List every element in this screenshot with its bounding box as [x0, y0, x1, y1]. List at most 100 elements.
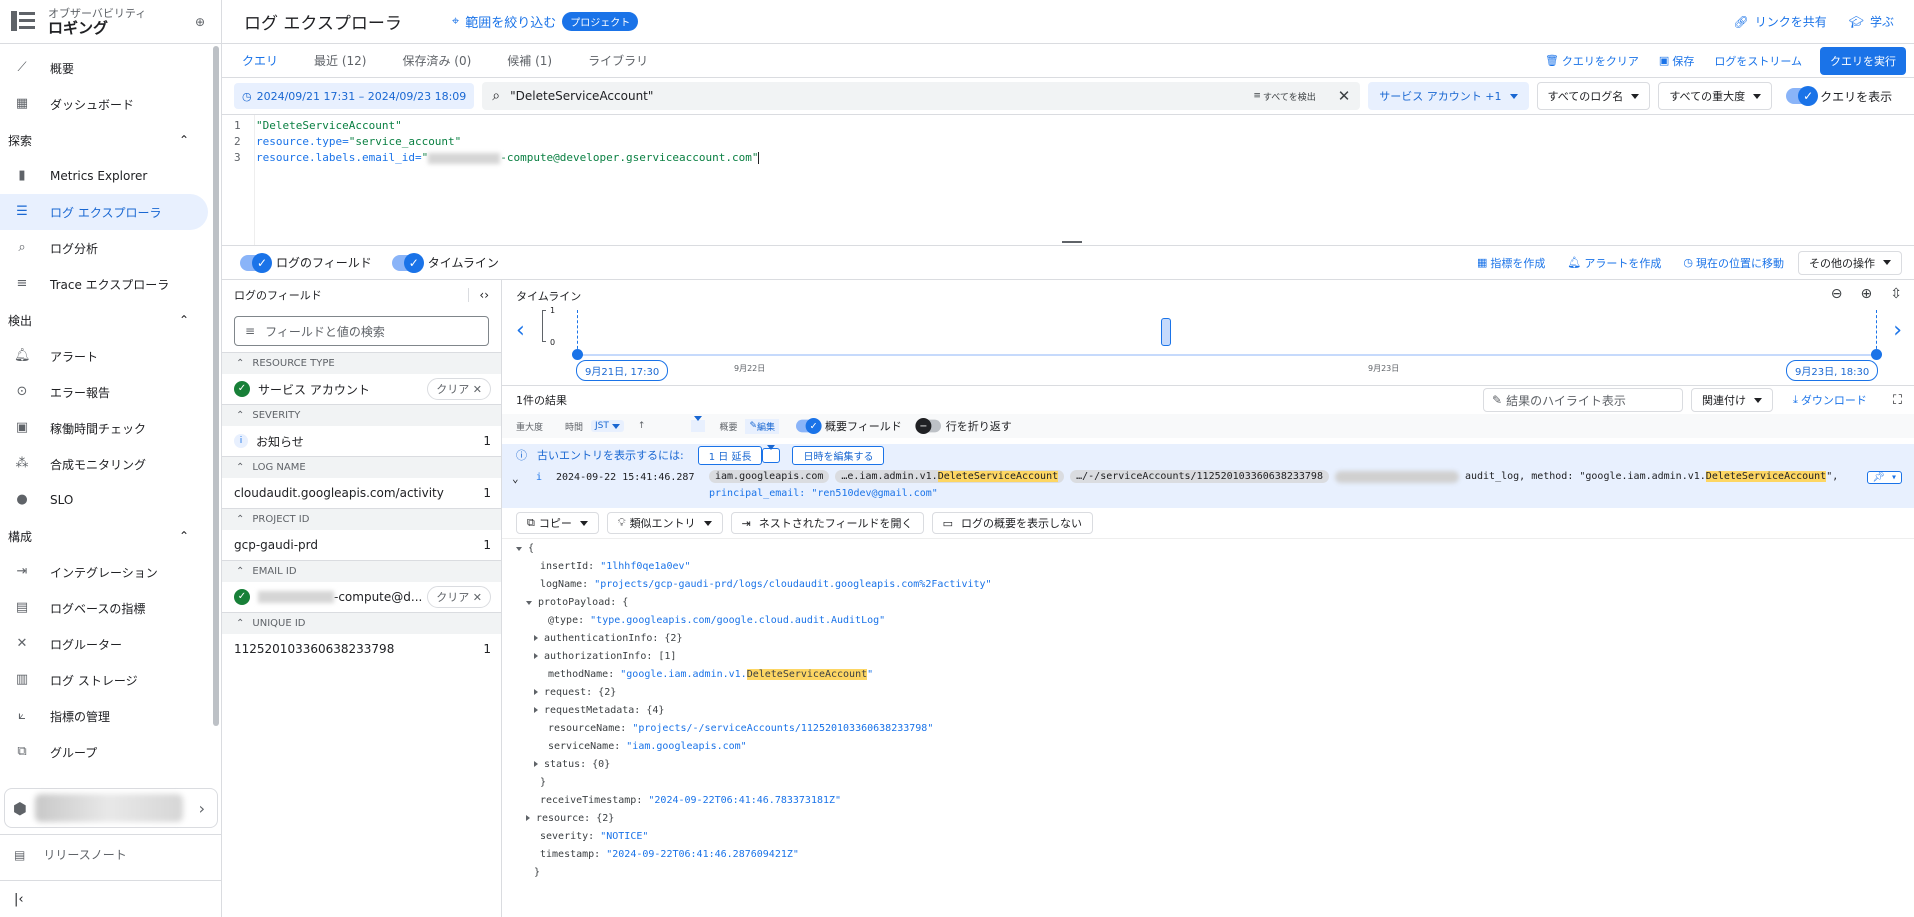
jump-to-now-button[interactable]: ◷ 現在の位置に移動: [1683, 255, 1784, 271]
sidebar-item-log-analytics[interactable]: ⌕ ログ分析: [0, 230, 221, 266]
sidebar-item-overview[interactable]: ⟋ 概要: [0, 50, 221, 86]
sidebar-scrollbar[interactable]: [213, 46, 219, 726]
fullscreen-icon[interactable]: ⛶: [1893, 393, 1902, 408]
field-section-email-id[interactable]: ⌃ EMAIL ID: [222, 560, 501, 582]
sidebar-item-synthetic-monitoring[interactable]: ⁂ 合成モニタリング: [0, 446, 221, 482]
resource-dropdown[interactable]: サービス アカウント +1: [1368, 82, 1529, 110]
sidebar-item-trace-explorer[interactable]: ≡ Trace エクスプローラ: [0, 266, 221, 302]
editor-resize-handle[interactable]: [1062, 241, 1082, 243]
expand-collapse-icon[interactable]: ‹›: [468, 288, 489, 302]
field-value-row[interactable]: i お知らせ 1: [222, 426, 501, 456]
tab-query[interactable]: クエリ: [242, 52, 278, 69]
collapse-sidebar-button[interactable]: |‹: [0, 880, 221, 917]
show-query-toggle[interactable]: ✓ クエリを表示: [1786, 86, 1892, 106]
extend-1-day-button[interactable]: 1 日 延長: [697, 445, 763, 465]
sidebar-item-uptime-checks[interactable]: ▣ 稼働時間チェック: [0, 410, 221, 446]
timezone-dropdown[interactable]: JST: [591, 420, 624, 432]
create-metric-button[interactable]: ▦ 指標を作成: [1477, 255, 1545, 271]
stream-logs-button[interactable]: ログをストリーム: [1714, 53, 1802, 69]
field-value-row[interactable]: ✓ サービス アカウント クリア ✕: [222, 374, 501, 404]
run-query-button[interactable]: クエリを実行: [1820, 46, 1906, 75]
field-value-row[interactable]: ✓ -compute@d... クリア ✕: [222, 582, 501, 612]
log-name-dropdown[interactable]: すべてのログ名: [1536, 82, 1651, 110]
tree-node-authz[interactable]: authorizationInfo: [1]: [534, 651, 676, 662]
field-value-row[interactable]: cloudaudit.googleapis.com/activity 1: [222, 478, 501, 508]
query-editor[interactable]: 1 2 3 "DeleteServiceAccount" resource.ty…: [222, 114, 1914, 246]
section-explore[interactable]: 探索 ⌃: [0, 122, 221, 158]
copy-button[interactable]: ⧉ コピー: [516, 512, 599, 534]
similar-entries-button[interactable]: 💡︎ 類似エントリ: [606, 512, 723, 534]
search-input[interactable]: ⌕ "DeleteServiceAccount" ≡ すべてを検出 ✕: [482, 82, 1361, 110]
tab-recent[interactable]: 最近 (12): [314, 52, 366, 69]
chevron-right-icon[interactable]: ›: [1893, 318, 1902, 343]
chevron-down-icon[interactable]: ⌄: [512, 472, 519, 485]
menu-icon[interactable]: [10, 10, 38, 34]
release-notes-link[interactable]: ▤ リリースノート: [0, 834, 221, 874]
edit-time-button[interactable]: 日時を編集する: [792, 445, 885, 465]
highlight-input[interactable]: ✎ 結果のハイライト表示: [1483, 388, 1684, 412]
sidebar-item-alerts[interactable]: 🔔︎ アラート: [0, 338, 221, 374]
field-section-project-id[interactable]: ⌃ PROJECT ID: [222, 508, 501, 530]
field-section-severity[interactable]: ⌃ SEVERITY: [222, 404, 501, 426]
tab-saved[interactable]: 保存済み (0): [402, 52, 471, 69]
extend-options-chevron-icon[interactable]: [762, 444, 781, 463]
related-dropdown[interactable]: 関連付け: [1691, 388, 1774, 412]
wrap-lines-toggle[interactable]: − 行を折り返す: [914, 418, 1012, 434]
pin-icon[interactable]: ⊕: [195, 15, 205, 29]
log-fields-toggle[interactable]: ✓ ログのフィールド: [240, 252, 372, 273]
sidebar-item-error-reporting[interactable]: ⊙ エラー報告: [0, 374, 221, 410]
close-icon[interactable]: ✕: [1338, 87, 1351, 105]
sidebar-item-metrics-management[interactable]: ⟀ 指標の管理: [0, 698, 221, 734]
method-chip[interactable]: …e.iam.admin.v1.DeleteServiceAccount: [835, 470, 1065, 483]
range-end-handle[interactable]: [1871, 349, 1882, 360]
expand-nested-button[interactable]: ⇥ ネストされたフィールドを開く: [730, 512, 924, 534]
clear-chip[interactable]: クリア ✕: [427, 378, 491, 400]
clear-chip[interactable]: クリア ✕: [427, 586, 491, 608]
field-section-resource-type[interactable]: ⌃ RESOURCE TYPE: [222, 352, 501, 374]
sidebar-item-integrations[interactable]: ⇥ インテグレーション: [0, 554, 221, 590]
service-chip[interactable]: iam.googleapis.com: [709, 470, 830, 483]
save-button[interactable]: ▣ 保存: [1659, 53, 1694, 69]
field-section-log-name[interactable]: ⌃ LOG NAME: [222, 456, 501, 478]
sidebar-item-metrics-explorer[interactable]: ▮ Metrics Explorer: [0, 158, 221, 194]
summary-fields-toggle[interactable]: ✓ 概要フィールド: [793, 418, 902, 434]
sort-arrow-icon[interactable]: ↑: [638, 421, 646, 431]
range-start-chip[interactable]: 9月21日, 17:30: [576, 360, 669, 381]
more-actions-dropdown[interactable]: その他の操作: [1798, 250, 1902, 275]
tree-node-resource[interactable]: resource: {2}: [526, 813, 614, 824]
range-start-handle[interactable]: [572, 349, 583, 360]
sidebar-item-groups[interactable]: ⧉ グループ: [0, 734, 221, 770]
field-search-input[interactable]: ≡ フィールドと値の検索: [234, 316, 489, 346]
section-config[interactable]: 構成 ⌃: [0, 518, 221, 554]
sidebar-item-log-router[interactable]: ✕ ログルーター: [0, 626, 221, 662]
edit-summary-button[interactable]: ✎ 編集: [745, 418, 780, 434]
tab-suggested[interactable]: 候補 (1): [507, 52, 552, 69]
date-range-chip[interactable]: ◷ 2024/09/21 17:31 – 2024/09/23 18:09: [234, 83, 475, 109]
chevron-left-icon[interactable]: ‹: [516, 318, 525, 343]
download-button[interactable]: ⤓ ダウンロード: [1793, 392, 1867, 408]
learn-button[interactable]: 🎓︎ 学ぶ: [1849, 13, 1894, 30]
scope-button[interactable]: ⌖ 範囲を絞り込む プロジェクト: [452, 12, 639, 31]
hide-summary-button[interactable]: ▭ ログの概要を表示しない: [931, 512, 1093, 534]
tree-node-protopayload[interactable]: protoPayload: {: [526, 597, 628, 608]
tree-node-status[interactable]: status: {0}: [534, 759, 610, 770]
pin-entry-button[interactable]: 📌︎ ▾: [1867, 471, 1902, 484]
sidebar-item-logs-explorer[interactable]: ☰ ログ エクスプローラ: [0, 194, 208, 230]
tree-node-requestmetadata[interactable]: requestMetadata: {4}: [534, 705, 664, 716]
severity-dropdown[interactable]: すべての重大度: [1658, 82, 1773, 110]
time-menu-chevron-icon[interactable]: [691, 416, 706, 432]
tree-node-authn[interactable]: authenticationInfo: {2}: [534, 633, 682, 644]
sidebar-item-log-based-metrics[interactable]: ▤ ログベースの指標: [0, 590, 221, 626]
clear-query-button[interactable]: 🗑︎ クエリをクリア: [1545, 53, 1639, 69]
sidebar-item-dashboard[interactable]: ▦ ダッシュボード: [0, 86, 221, 122]
expand-vertical-icon[interactable]: ⇳: [1890, 286, 1902, 302]
zoom-in-icon[interactable]: ⊕: [1861, 286, 1873, 302]
detect-all-button[interactable]: ≡ すべてを検出: [1253, 90, 1315, 103]
log-entry-row[interactable]: ⌄ i 2024-09-22 15:41:46.287 iam.googleap…: [502, 466, 1914, 508]
timeline-toggle[interactable]: ✓ タイムライン: [391, 252, 499, 273]
section-detect[interactable]: 検出 ⌃: [0, 302, 221, 338]
tree-node-root[interactable]: {: [516, 543, 534, 554]
zoom-out-icon[interactable]: ⊖: [1831, 286, 1843, 302]
field-section-unique-id[interactable]: ⌃ UNIQUE ID: [222, 612, 501, 634]
range-end-chip[interactable]: 9月23日, 18:30: [1786, 360, 1879, 381]
